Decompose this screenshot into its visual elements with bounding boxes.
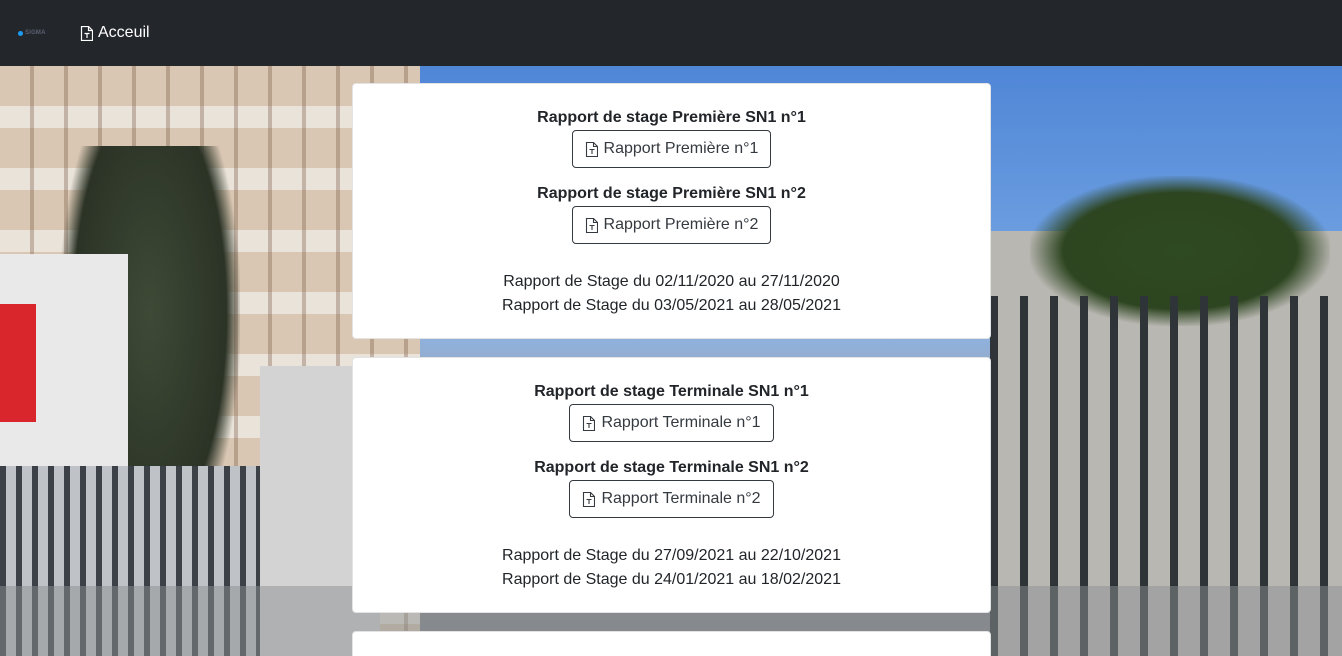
report-block: Rapport de stage Terminale SN1 n°1 Rappo… <box>353 382 990 442</box>
report-title: Rapport de stage Terminale SN1 n°1 <box>534 383 809 400</box>
nav-home-label: Acceuil <box>98 24 150 41</box>
report-terminale-2-button[interactable]: Rapport Terminale n°2 <box>569 480 774 518</box>
card-next <box>352 631 991 656</box>
date-line: Rapport de Stage du 27/09/2021 au 22/10/… <box>502 547 841 564</box>
report-premiere-2-button[interactable]: Rapport Première n°2 <box>571 206 772 244</box>
top-navbar: SIGMA Acceuil <box>0 0 1342 66</box>
card-premiere: Rapport de stage Première SN1 n°1 Rappor… <box>352 83 991 339</box>
file-text-icon <box>583 491 596 507</box>
button-label: Rapport Terminale n°1 <box>601 414 761 431</box>
report-block: Rapport de stage Première SN1 n°2 Rappor… <box>353 184 990 244</box>
date-line: Rapport de Stage du 02/11/2020 au 27/11/… <box>503 273 840 290</box>
date-line: Rapport de Stage du 03/05/2021 au 28/05/… <box>502 297 841 314</box>
button-label: Rapport Première n°1 <box>603 140 759 157</box>
brand-text: SIGMA <box>25 30 46 36</box>
internship-dates: Rapport de Stage du 27/09/2021 au 22/10/… <box>353 544 990 592</box>
file-text-icon <box>80 25 93 41</box>
button-label: Rapport Première n°2 <box>603 216 759 233</box>
button-label: Rapport Terminale n°2 <box>601 490 761 507</box>
file-text-icon <box>583 415 596 431</box>
card-terminale: Rapport de stage Terminale SN1 n°1 Rappo… <box>352 357 991 613</box>
report-title: Rapport de stage Première SN1 n°2 <box>537 185 806 202</box>
report-title: Rapport de stage Première SN1 n°1 <box>537 109 806 126</box>
brand-logo[interactable]: SIGMA <box>18 26 58 40</box>
file-text-icon <box>585 217 598 233</box>
nav-home-link[interactable]: Acceuil <box>80 24 150 42</box>
file-text-icon <box>585 141 598 157</box>
report-block: Rapport de stage Première SN1 n°1 Rappor… <box>353 108 990 168</box>
report-block: Rapport de stage Terminale SN1 n°2 Rappo… <box>353 458 990 518</box>
region-logo-panel <box>0 304 36 422</box>
date-line: Rapport de Stage du 24/01/2021 au 18/02/… <box>502 571 841 588</box>
brand-dot-icon <box>18 30 23 36</box>
internship-dates: Rapport de Stage du 02/11/2020 au 27/11/… <box>353 270 990 318</box>
report-premiere-1-button[interactable]: Rapport Première n°1 <box>571 130 772 168</box>
report-terminale-1-button[interactable]: Rapport Terminale n°1 <box>569 404 774 442</box>
report-title: Rapport de stage Terminale SN1 n°2 <box>534 459 809 476</box>
